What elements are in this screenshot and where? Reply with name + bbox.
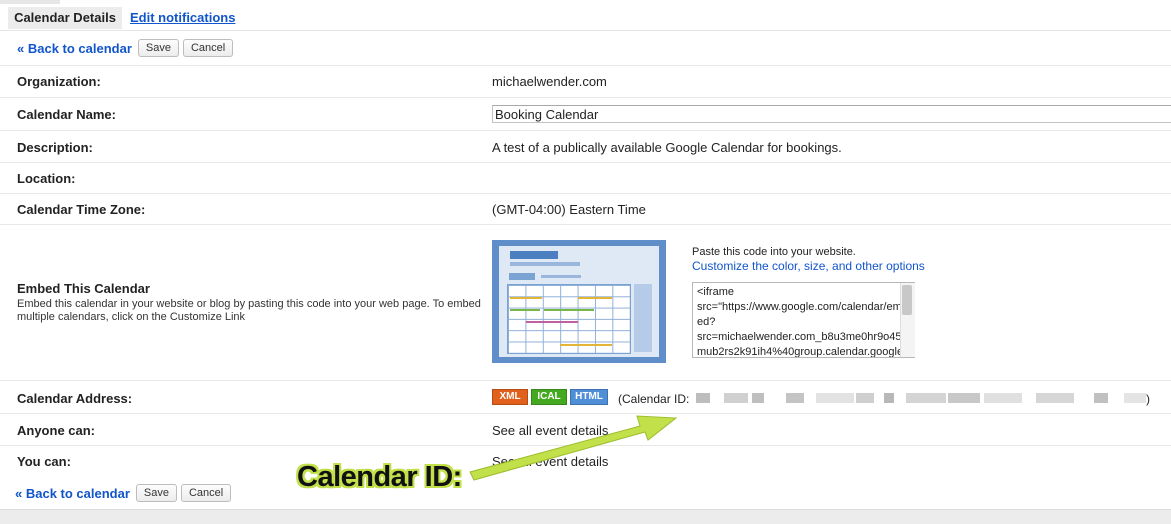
ical-badge[interactable]: ICAL	[531, 389, 567, 405]
location-row: Location:	[0, 162, 1171, 194]
description-value: A test of a publically available Google …	[492, 140, 842, 155]
xml-badge[interactable]: XML	[492, 389, 528, 405]
tab-calendar-details[interactable]: Calendar Details	[8, 7, 122, 29]
description-row: Description: A test of a publically avai…	[0, 130, 1171, 163]
preview-nav	[509, 273, 535, 280]
calendar-id-suffix: )	[1146, 392, 1150, 406]
preview-event	[526, 321, 578, 323]
organization-label: Organization:	[17, 74, 101, 89]
back-to-calendar-link[interactable]: « Back to calendar	[17, 41, 132, 56]
save-button-bottom[interactable]: Save	[135, 484, 177, 502]
calendar-name-row: Calendar Name:	[0, 97, 1171, 131]
embed-code-textarea[interactable]: <iframe src="https://www.google.com/cale…	[692, 282, 915, 358]
anyone-can-row: Anyone can: See all event details	[0, 413, 1171, 446]
cancel-button[interactable]: Cancel	[182, 39, 234, 57]
you-can-value: See all event details	[492, 454, 609, 469]
preview-event	[560, 344, 612, 346]
pixel-block	[786, 393, 804, 403]
calendar-address-row: Calendar Address: XML ICAL HTML (Calenda…	[0, 380, 1171, 414]
embed-label: Embed This Calendar	[17, 281, 150, 296]
pixel-block	[1036, 393, 1074, 403]
pixel-block	[1124, 393, 1146, 403]
pixel-block	[906, 393, 946, 403]
top-action-row: « Back to calendar Save Cancel	[17, 34, 237, 62]
time-zone-value: (GMT-04:00) Eastern Time	[492, 202, 646, 217]
pixel-block	[884, 393, 894, 403]
save-button[interactable]: Save	[137, 39, 179, 57]
calendar-id-prefix: (Calendar ID:	[618, 392, 690, 406]
embed-row: Embed This Calendar Embed this calendar …	[0, 224, 1171, 381]
preview-month-grid	[507, 284, 631, 354]
you-can-row: You can: See all event details	[0, 445, 1171, 478]
pixel-block	[724, 393, 748, 403]
organization-value: michaelwender.com	[492, 74, 607, 89]
annotation-calendar-id-label: Calendar ID:	[297, 461, 462, 493]
you-can-label: You can:	[17, 454, 71, 469]
preview-title-bar	[510, 251, 558, 259]
organization-row: Organization: michaelwender.com	[0, 65, 1171, 98]
time-zone-row: Calendar Time Zone: (GMT-04:00) Eastern …	[0, 193, 1171, 225]
anyone-can-value: See all event details	[492, 423, 609, 438]
tab-bar: Calendar Details Edit notifications	[0, 6, 1171, 31]
preview-subtitle-bar	[510, 262, 580, 266]
calendar-preview-image	[492, 240, 666, 363]
html-badge[interactable]: HTML	[570, 389, 608, 405]
preview-event	[578, 297, 612, 299]
time-zone-label: Calendar Time Zone:	[17, 202, 146, 217]
calendar-name-input[interactable]	[492, 105, 1171, 123]
preview-event	[510, 309, 540, 311]
pixel-block	[696, 393, 710, 403]
paste-code-text: Paste this code into your website.	[692, 246, 856, 258]
pixel-block	[856, 393, 874, 403]
pixel-block	[816, 393, 854, 403]
location-label: Location:	[17, 171, 76, 186]
bottom-action-row: « Back to calendar Save Cancel	[15, 479, 235, 507]
embed-description: Embed this calendar in your website or b…	[17, 298, 481, 323]
calendar-address-label: Calendar Address:	[17, 391, 133, 406]
description-label: Description:	[17, 140, 93, 155]
back-to-calendar-link-bottom[interactable]: « Back to calendar	[15, 486, 130, 501]
anyone-can-label: Anyone can:	[17, 423, 96, 438]
pixel-block	[1094, 393, 1108, 403]
pixel-block	[752, 393, 764, 403]
preview-event	[510, 297, 542, 299]
pixel-block	[948, 393, 980, 403]
customize-options-link[interactable]: Customize the color, size, and other opt…	[692, 259, 925, 273]
pixel-block	[984, 393, 1022, 403]
preview-page	[499, 246, 659, 357]
tab-edit-notifications[interactable]: Edit notifications	[130, 7, 235, 29]
top-edge-fragment	[0, 0, 60, 4]
embed-code-scroll-thumb[interactable]	[902, 285, 912, 315]
preview-nav-label	[541, 275, 581, 278]
bottom-strip	[0, 509, 1171, 524]
preview-event	[544, 309, 594, 311]
calendar-name-label: Calendar Name:	[17, 107, 116, 122]
cancel-button-bottom[interactable]: Cancel	[180, 484, 232, 502]
preview-sidebar	[634, 284, 652, 352]
